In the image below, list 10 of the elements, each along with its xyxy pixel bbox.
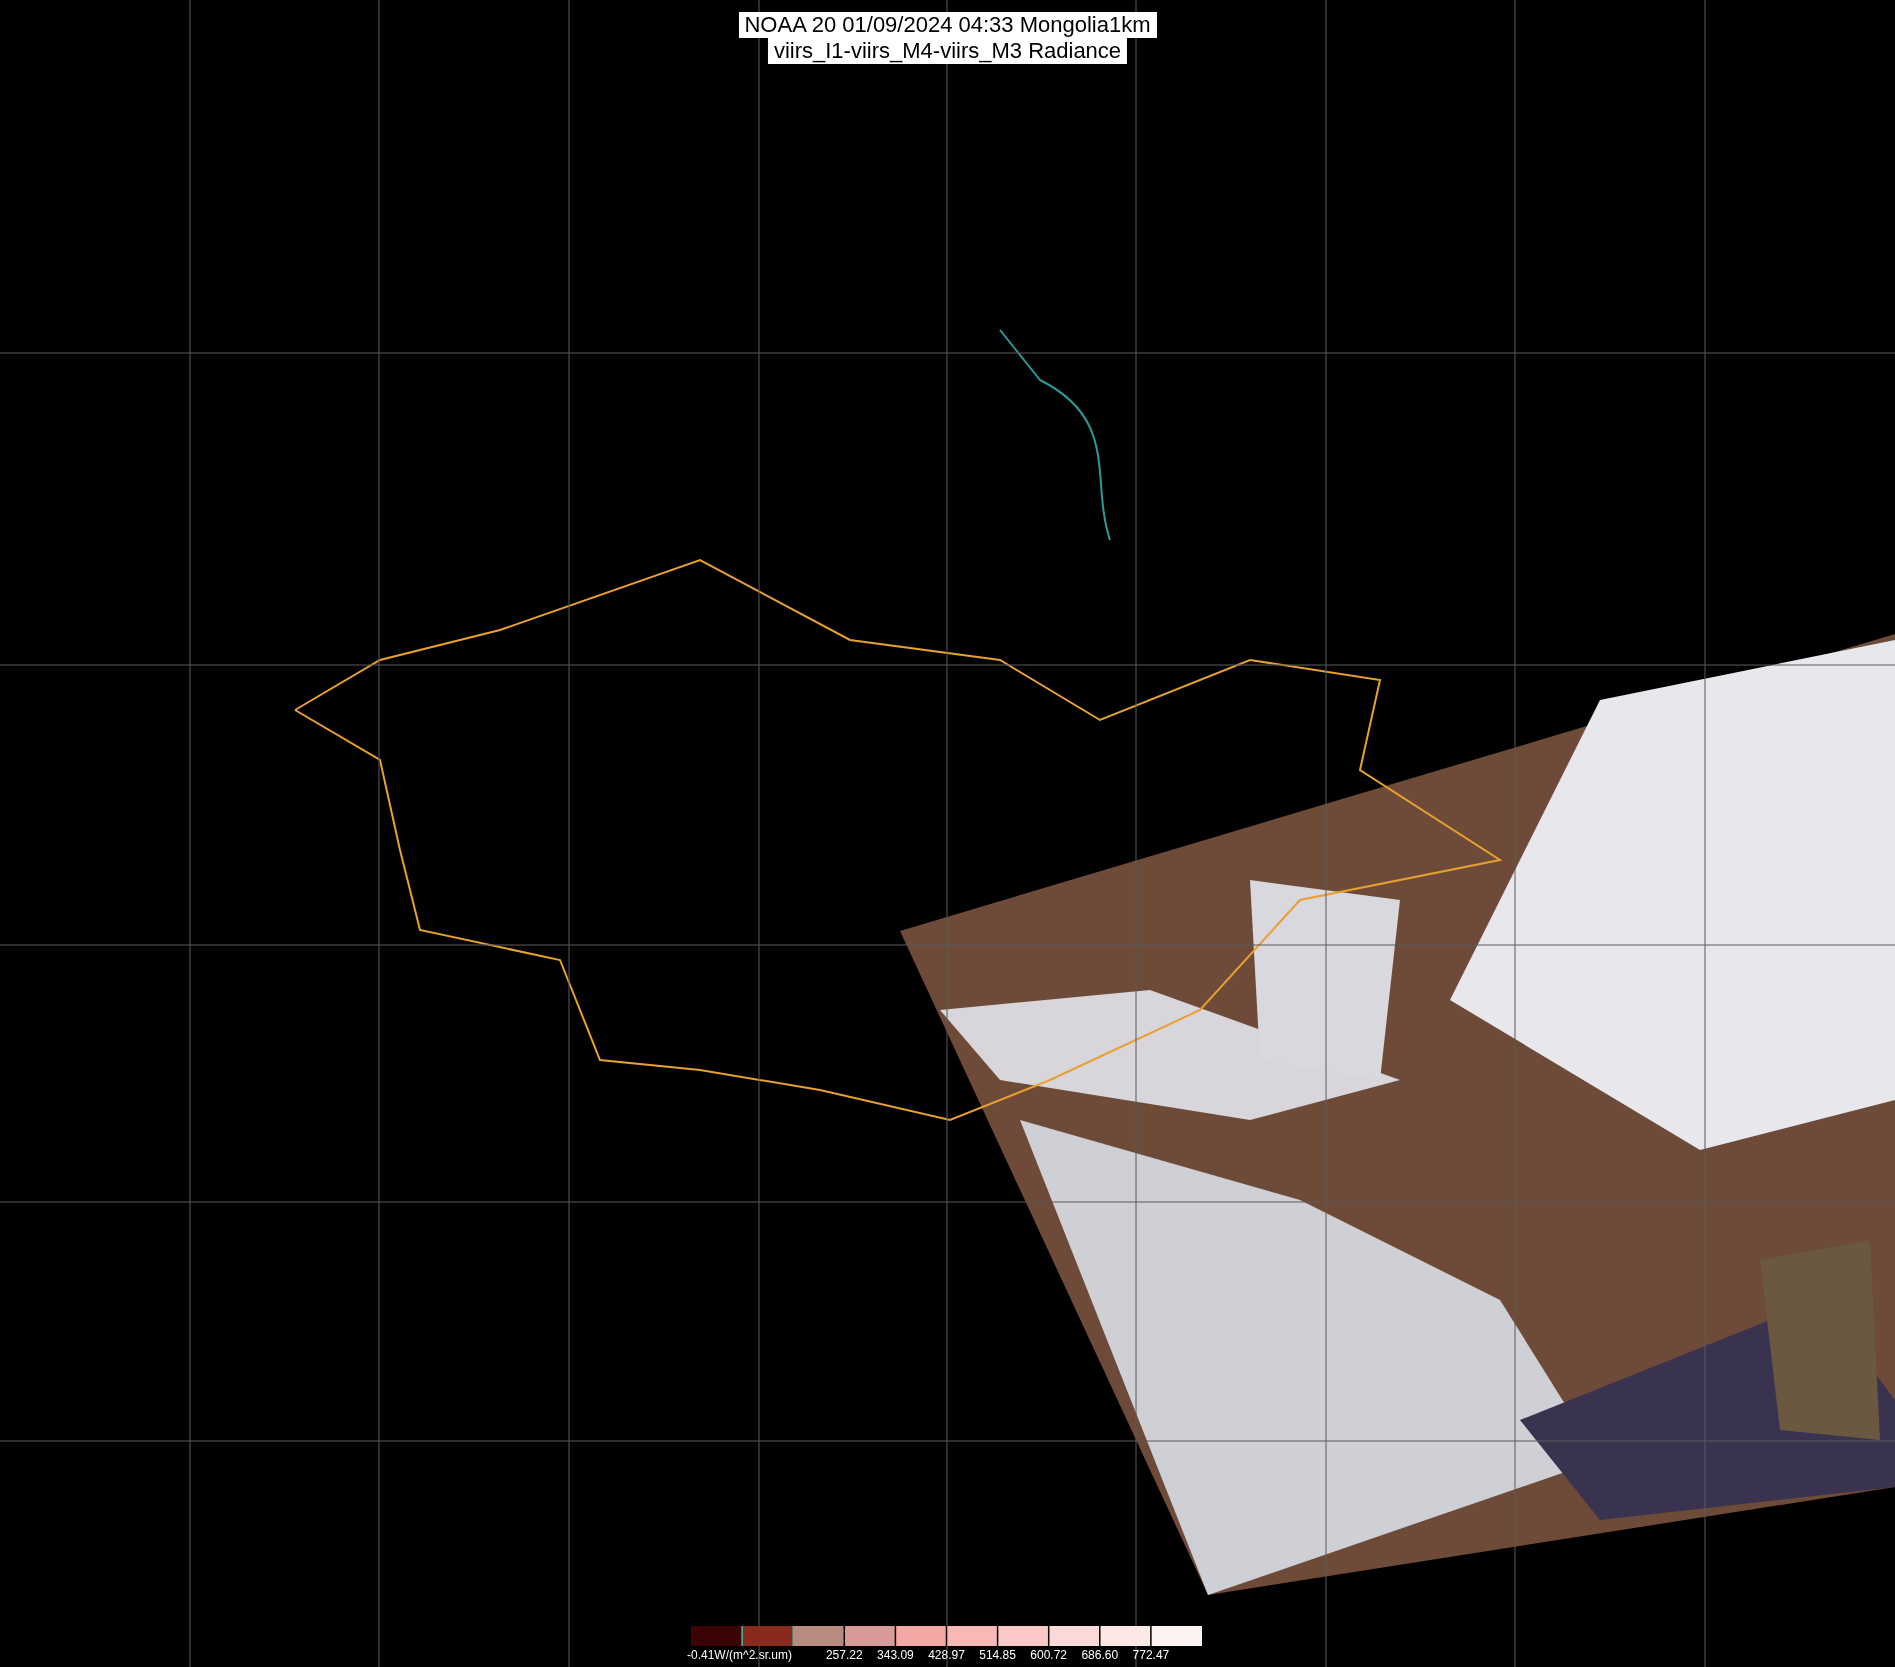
title-text: viirs_I1-viirs_M4-viirs_M3 Radiance [767, 38, 1128, 64]
scale-label: -0.41W/(m^2.sr.um) [687, 1648, 792, 1662]
scale-label: 257.22 [825, 1648, 863, 1662]
scale-label: 772.47 [1132, 1648, 1170, 1662]
scale-label: 343.09 [877, 1648, 914, 1662]
scale-label: 600.72 [1030, 1648, 1068, 1662]
scale-label: 428.97 [928, 1648, 965, 1662]
scale-label: 686.60 [1081, 1648, 1119, 1662]
title-text: NOAA 20 01/09/2024 04:33 Mongolia1km [738, 12, 1157, 38]
scale-label: 514.85 [979, 1648, 1016, 1662]
